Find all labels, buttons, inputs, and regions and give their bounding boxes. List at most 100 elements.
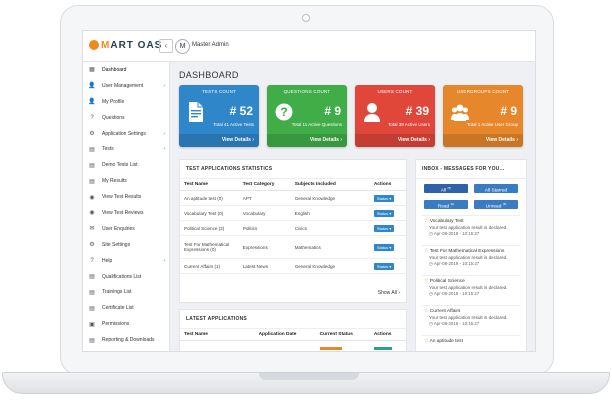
chevron-icon: › <box>163 130 165 137</box>
clock-icon: ◷ <box>429 321 433 326</box>
sidebar-item-user-management[interactable]: 👤 User Management › <box>83 78 169 94</box>
sidebar-item-label: Trainings List <box>102 289 132 296</box>
latest-table: Test Name Application Date Current Status A… <box>180 329 406 341</box>
sidebar-item-dashboard[interactable]: ▦ Dashboard <box>83 62 169 78</box>
message-title: ☆ An aptitude test <box>424 338 520 344</box>
inbox-tab-all-starred[interactable]: All Starred <box>474 184 518 194</box>
message-body: Your test application result is declared… <box>429 255 508 260</box>
list-item[interactable]: ☆ An aptitude test <box>424 338 520 344</box>
list-item[interactable]: ☆ Test For Mathematical Expressions Your … <box>424 248 520 267</box>
view-details-link[interactable]: View Details › <box>443 134 523 147</box>
sidebar-item-label: Qualifications List <box>102 273 142 280</box>
view-details-link[interactable]: View Details › <box>179 134 259 147</box>
help-icon: ? <box>90 257 94 264</box>
sidebar-item-view-test-reviews[interactable]: ◉ View Test Reviews <box>83 205 169 221</box>
column-header[interactable]: Test Name <box>180 179 239 191</box>
group-icon <box>451 101 469 123</box>
sidebar-item-label: Dashboard <box>102 66 127 73</box>
sidebar-item-label: View Test Reviews <box>102 209 144 216</box>
inbox-tab-all[interactable]: All (5) <box>424 184 468 194</box>
card-subtitle: Total 41 Active Tests <box>213 122 254 127</box>
message-title-text: Current Affairs <box>429 309 461 314</box>
inbox-tab-unread[interactable]: Unread (5) <box>474 200 518 210</box>
status-color-bar <box>320 347 342 350</box>
logo[interactable]: MART OAS <box>89 40 162 51</box>
tests-count-card: TESTS COUNT # 52 Total 41 Active Tests View… <box>179 85 259 147</box>
avatar[interactable]: M <box>175 39 190 54</box>
star-icon[interactable]: ☆ <box>424 278 428 284</box>
results-icon: ▤ <box>89 178 95 185</box>
inbox-tab-read[interactable]: Read (0) <box>424 200 468 210</box>
sidebar-item-label: Demo Tests List <box>102 162 138 169</box>
table-row: An aptitude test (0) APT General Knowledge… <box>180 190 406 206</box>
show-all-link[interactable]: Show All › <box>378 290 400 296</box>
sidebar-item-label: My Profile <box>102 98 125 105</box>
questions-count-card: QUESTIONS COUNT? # 9 Total 11 Active Quest… <box>267 85 347 147</box>
sidebar-item-tests[interactable]: ▤ Tests › <box>83 141 169 157</box>
sidebar-item-questions[interactable]: ? Questions <box>83 110 169 126</box>
view-details-link[interactable]: View Details › <box>355 134 435 147</box>
message-divider <box>422 215 520 216</box>
user-icon <box>363 101 381 123</box>
star-icon[interactable]: ☆ <box>424 248 428 254</box>
status-dropdown-button[interactable]: Status ▾ <box>373 243 395 251</box>
tab-label: All <box>440 188 447 194</box>
actions-cell: Status ▾ <box>369 190 406 206</box>
sidebar-item-view-test-results[interactable]: ◉ View Test Results <box>83 189 169 205</box>
sidebar-item-help[interactable]: ? Help › <box>83 253 169 269</box>
star-icon[interactable]: ☆ <box>424 218 428 224</box>
sidebar-item-label: Tests <box>102 146 114 153</box>
chevron-icon: › <box>163 146 165 153</box>
list-icon: ▤ <box>89 289 95 296</box>
list-item[interactable]: ☆ Current Affairs Your test application r… <box>424 308 520 327</box>
column-header: Actions <box>369 329 406 341</box>
sidebar-item-my-results[interactable]: ▤ My Results <box>83 173 169 189</box>
sidebar-item-trainings-list[interactable]: ▤ Trainings List <box>83 284 169 300</box>
tests-icon: ▤ <box>89 146 95 153</box>
card-title: TESTS COUNT <box>202 89 236 94</box>
message-date-text: Apr-08-2019 - 10:15:27 <box>433 291 480 296</box>
table-cell: English <box>290 205 370 221</box>
sidebar-item-label: Reporting & Downloads <box>102 337 155 344</box>
table-cell: Expressions <box>238 235 291 259</box>
actions-cell: Status ▾ <box>369 220 406 236</box>
table-cell: General Knowledge <box>290 190 370 206</box>
sidebar-item-demo-tests-list[interactable]: ▤ Demo Tests List <box>83 157 169 173</box>
top-bar: MART OAS ‹ M Master Admin <box>83 31 535 62</box>
sidebar: ▦ Dashboard 👤 User Management › 👤 My Profile? Q… <box>83 62 170 351</box>
table-cell: Vocabulary Test (0) <box>180 205 239 221</box>
sidebar-item-site-settings[interactable]: ⚙ Site Settings <box>83 237 169 253</box>
status-dropdown-button[interactable]: Status ▾ <box>373 262 395 270</box>
sidebar-item-qualifications-list[interactable]: ▤ Qualifications List <box>83 269 169 285</box>
sidebar-item-application-settings[interactable]: ⚙ Application Settings › <box>83 126 169 142</box>
sidebar-item-label: Certificate List <box>102 305 134 312</box>
sidebar-item-my-profile[interactable]: 👤 My Profile <box>83 94 169 110</box>
list-icon: ▤ <box>89 274 95 281</box>
menu-toggle-button[interactable]: ‹ <box>159 39 173 53</box>
column-header: Actions <box>369 179 406 191</box>
enquiry-icon: ✉ <box>89 226 95 233</box>
status-dropdown-button[interactable]: Status ▾ <box>373 224 395 232</box>
sidebar-item-permissions[interactable]: ▣ Permissions <box>83 316 169 332</box>
list-item[interactable]: ☆ Vocabulary Test Your test application r… <box>424 218 520 237</box>
star-icon[interactable]: ☆ <box>424 308 428 314</box>
message-body: Your test application result is declared… <box>429 225 508 230</box>
tab-label: All Starred <box>484 188 508 194</box>
list-item[interactable]: ☆ Political Science Your test application… <box>424 278 520 297</box>
star-icon[interactable]: ☆ <box>424 338 428 344</box>
admin-name[interactable]: Master Admin <box>192 42 229 48</box>
table-row: Political Science (2) Politics Civics Statu… <box>180 220 406 236</box>
column-header[interactable]: Test Name <box>180 329 255 341</box>
users-icon: 👤 <box>88 83 96 90</box>
message-title-text: An aptitude test <box>429 339 463 344</box>
sidebar-item-reporting-downloads[interactable]: ▤ Reporting & Downloads <box>83 332 169 348</box>
sidebar-item-user-enquiries[interactable]: ✉ User Enquiries <box>83 221 169 237</box>
sidebar-item-label: Questions <box>102 114 125 121</box>
status-dropdown-button[interactable]: Status ▾ <box>373 194 395 202</box>
status-dropdown-button[interactable]: Status ▾ <box>373 209 395 217</box>
action-color-bar <box>374 347 392 350</box>
sidebar-item-certificate-list[interactable]: ▤ Certificate List <box>83 300 169 316</box>
card-subtitle: Total 39 Active Users <box>387 122 430 127</box>
table-cell: APT <box>238 190 291 206</box>
view-details-link[interactable]: View Details › <box>267 134 347 147</box>
